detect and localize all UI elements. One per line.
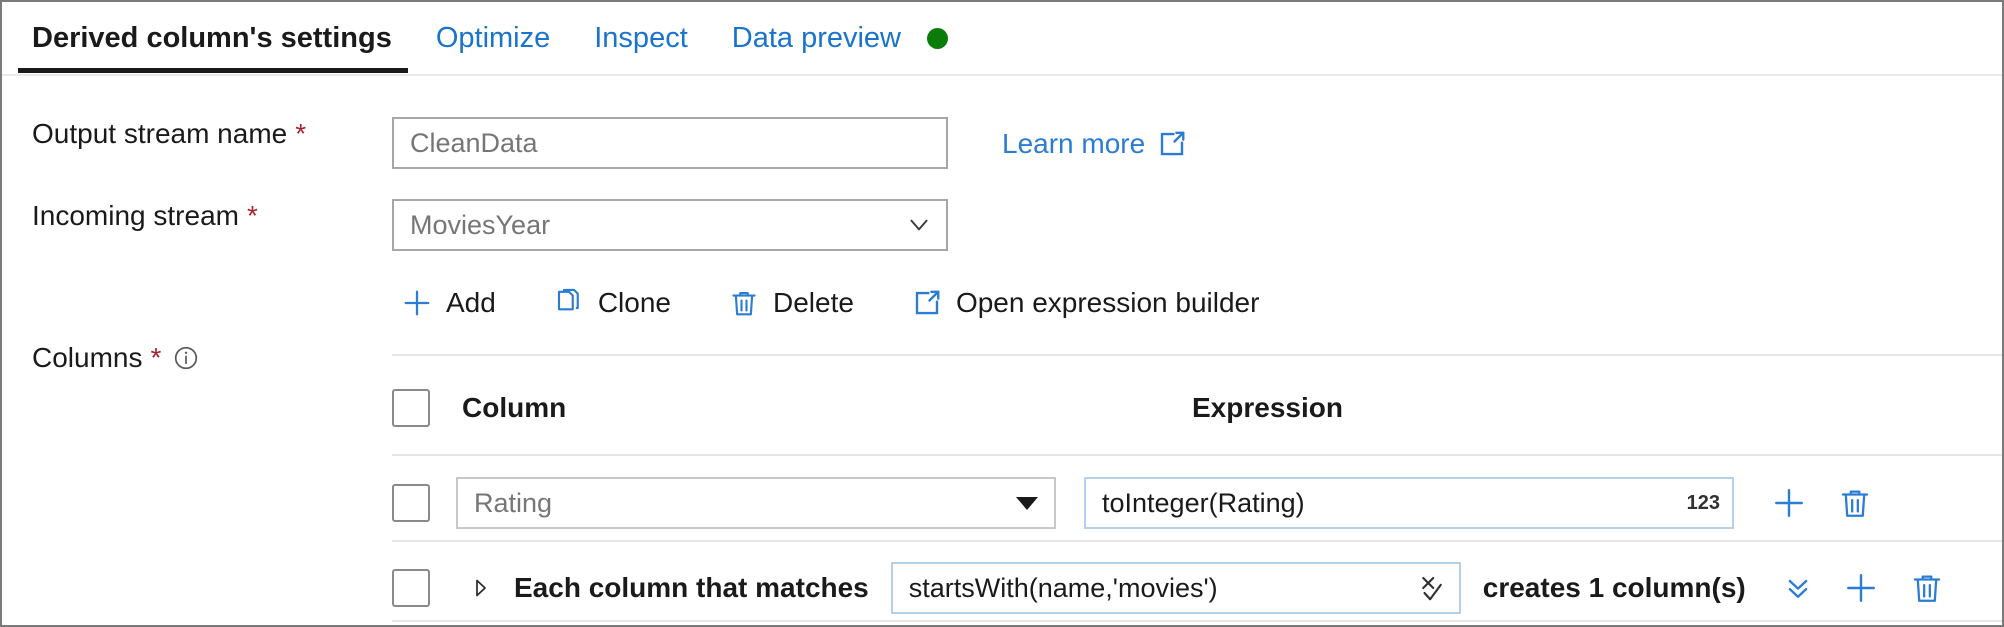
clone-label: Clone bbox=[598, 287, 671, 319]
columns-label-row: Columns * bbox=[32, 342, 199, 374]
columns-label: Columns bbox=[32, 342, 142, 374]
incoming-stream-label: Incoming stream bbox=[32, 200, 239, 232]
required-asterisk: * bbox=[247, 200, 258, 232]
tab-label: Derived column's settings bbox=[32, 22, 392, 54]
table-divider-row-2 bbox=[392, 620, 2002, 622]
column-select-value: Rating bbox=[474, 488, 1016, 519]
add-button[interactable]: Add bbox=[402, 287, 496, 319]
table-header-row: Column Expression bbox=[392, 382, 2002, 434]
chevron-down-icon bbox=[906, 212, 932, 238]
tab-derived-column-settings[interactable]: Derived column's settings bbox=[18, 3, 414, 73]
expression-header: Expression bbox=[1192, 392, 1343, 424]
tab-label: Optimize bbox=[436, 22, 550, 54]
derived-column-settings-panel: Derived column's settings Optimize Inspe… bbox=[0, 0, 2004, 627]
open-expression-builder-button[interactable]: Open expression builder bbox=[912, 287, 1260, 319]
learn-more-label: Learn more bbox=[1002, 128, 1145, 160]
row-actions bbox=[1784, 571, 1944, 605]
expression-input[interactable]: toInteger(Rating) 123 bbox=[1084, 477, 1734, 529]
row-actions bbox=[1772, 486, 1872, 520]
external-link-icon bbox=[1157, 129, 1187, 159]
table-divider-top bbox=[392, 354, 2002, 356]
tab-label: Data preview bbox=[732, 22, 901, 54]
row-checkbox[interactable] bbox=[392, 569, 430, 607]
incoming-stream-row: Incoming stream * bbox=[32, 200, 258, 232]
open-expression-builder-label: Open expression builder bbox=[956, 287, 1260, 319]
expand-triangle-icon[interactable] bbox=[468, 576, 492, 600]
data-preview-status-dot bbox=[927, 28, 948, 49]
delete-button[interactable]: Delete bbox=[729, 287, 854, 319]
double-chevron-down-icon[interactable] bbox=[1784, 574, 1812, 602]
plus-icon bbox=[402, 288, 432, 318]
clone-button[interactable]: Clone bbox=[554, 287, 671, 319]
column-select-dropdown[interactable]: Rating bbox=[456, 477, 1056, 529]
type-badge-number: 123 bbox=[1687, 492, 1720, 515]
table-row: Each column that matches startsWith(name… bbox=[392, 562, 2002, 614]
learn-more-link[interactable]: Learn more bbox=[1002, 128, 1187, 160]
pattern-prefix-label: Each column that matches bbox=[514, 572, 869, 604]
copy-icon bbox=[554, 288, 584, 318]
tab-inspect[interactable]: Inspect bbox=[572, 3, 710, 73]
pattern-suffix-label: creates 1 column(s) bbox=[1483, 572, 1746, 604]
tab-data-preview[interactable]: Data preview bbox=[710, 3, 923, 73]
tab-label: Inspect bbox=[594, 22, 688, 54]
tab-optimize[interactable]: Optimize bbox=[414, 3, 572, 73]
external-link-icon bbox=[912, 288, 942, 318]
output-stream-name-input[interactable] bbox=[392, 117, 948, 169]
info-circle-icon[interactable] bbox=[173, 345, 199, 371]
pattern-expression-input[interactable]: startsWith(name,'movies') bbox=[891, 562, 1461, 614]
select-all-checkbox[interactable] bbox=[392, 389, 430, 427]
table-row: Rating toInteger(Rating) 123 bbox=[392, 475, 2002, 531]
required-asterisk: * bbox=[295, 118, 306, 150]
trash-icon[interactable] bbox=[1910, 571, 1944, 605]
output-stream-name-label: Output stream name bbox=[32, 118, 287, 150]
delete-label: Delete bbox=[773, 287, 854, 319]
plus-icon[interactable] bbox=[1844, 571, 1878, 605]
columns-toolbar: Add Clone Delete Open expr bbox=[402, 287, 1259, 319]
output-stream-name-row: Output stream name * bbox=[32, 118, 306, 150]
required-asterisk: * bbox=[150, 342, 161, 374]
table-divider-row-1 bbox=[392, 540, 2002, 542]
incoming-stream-value: MoviesYear bbox=[410, 210, 906, 241]
caret-down-icon bbox=[1016, 497, 1038, 510]
tab-bar: Derived column's settings Optimize Inspe… bbox=[2, 2, 2002, 76]
trash-icon bbox=[729, 288, 759, 318]
pattern-expression-value: startsWith(name,'movies') bbox=[909, 573, 1407, 604]
row-checkbox[interactable] bbox=[392, 484, 430, 522]
expression-value: toInteger(Rating) bbox=[1102, 488, 1677, 519]
plus-icon[interactable] bbox=[1772, 486, 1806, 520]
table-divider-header bbox=[392, 454, 2002, 456]
incoming-stream-dropdown[interactable]: MoviesYear bbox=[392, 199, 948, 251]
boolean-icon bbox=[1417, 573, 1447, 603]
column-header: Column bbox=[462, 392, 566, 424]
trash-icon[interactable] bbox=[1838, 486, 1872, 520]
add-label: Add bbox=[446, 287, 496, 319]
